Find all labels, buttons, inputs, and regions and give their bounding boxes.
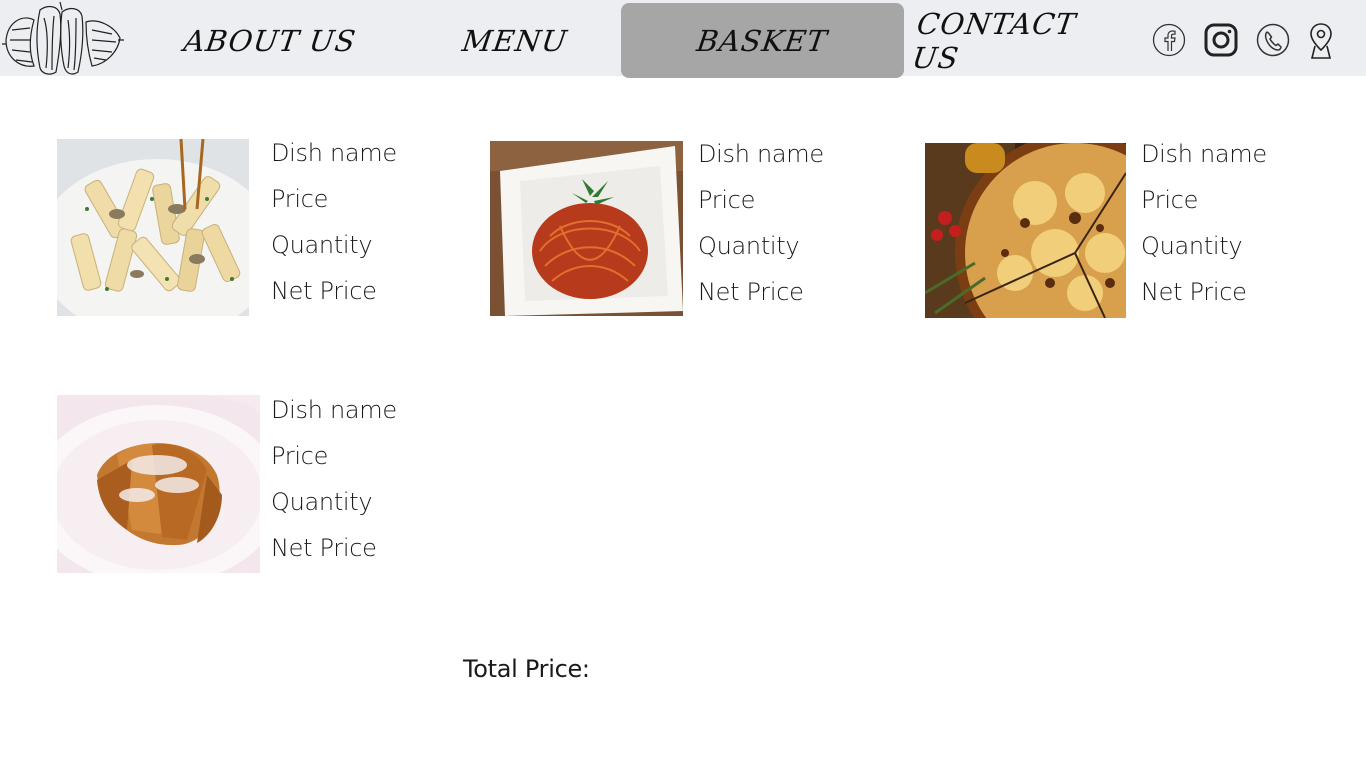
nav-about-us-label: ABOUT US	[181, 23, 359, 58]
dish-net-price: Net Price	[1141, 278, 1247, 306]
dish-net-price: Net Price	[271, 534, 377, 562]
dish-price: Price	[1141, 186, 1199, 214]
dish-quantity[interactable]: Quantity	[1141, 232, 1243, 260]
dish-price: Price	[271, 442, 329, 470]
nav-about-us[interactable]: ABOUT US	[165, 3, 376, 78]
top-nav-bar: ABOUT US MENU BASKET CONTACT US	[0, 0, 1366, 78]
dish-price: Price	[698, 186, 756, 214]
dish-name: Dish name	[1141, 140, 1267, 168]
dish-price: Price	[271, 185, 329, 213]
nav-menu[interactable]: MENU	[415, 3, 616, 78]
dish-image-spaghetti	[490, 141, 683, 316]
total-price-label: Total Price:	[463, 655, 590, 683]
dish-quantity[interactable]: Quantity	[271, 231, 373, 259]
restaurant-logo[interactable]	[0, 0, 124, 78]
nav-contact-us[interactable]: CONTACT US	[910, 3, 1111, 78]
facebook-icon[interactable]	[1150, 20, 1188, 60]
location-pin-icon[interactable]	[1302, 20, 1340, 60]
dish-quantity[interactable]: Quantity	[698, 232, 800, 260]
phone-icon[interactable]	[1254, 20, 1292, 60]
nav-menu-label: MENU	[460, 23, 570, 58]
dish-image-pizza	[925, 143, 1126, 318]
nav-basket-label: BASKET	[694, 23, 831, 58]
nav-contact-us-label: CONTACT US	[910, 6, 1079, 75]
dish-quantity[interactable]: Quantity	[271, 488, 373, 516]
dish-net-price: Net Price	[698, 278, 804, 306]
dish-name: Dish name	[271, 396, 397, 424]
dish-image-penne	[57, 139, 249, 316]
dish-image-croissant	[57, 395, 260, 573]
instagram-icon[interactable]	[1202, 20, 1240, 60]
dish-name: Dish name	[271, 139, 397, 167]
nav-basket[interactable]: BASKET	[621, 3, 904, 78]
dish-name: Dish name	[698, 140, 824, 168]
dish-net-price: Net Price	[271, 277, 377, 305]
